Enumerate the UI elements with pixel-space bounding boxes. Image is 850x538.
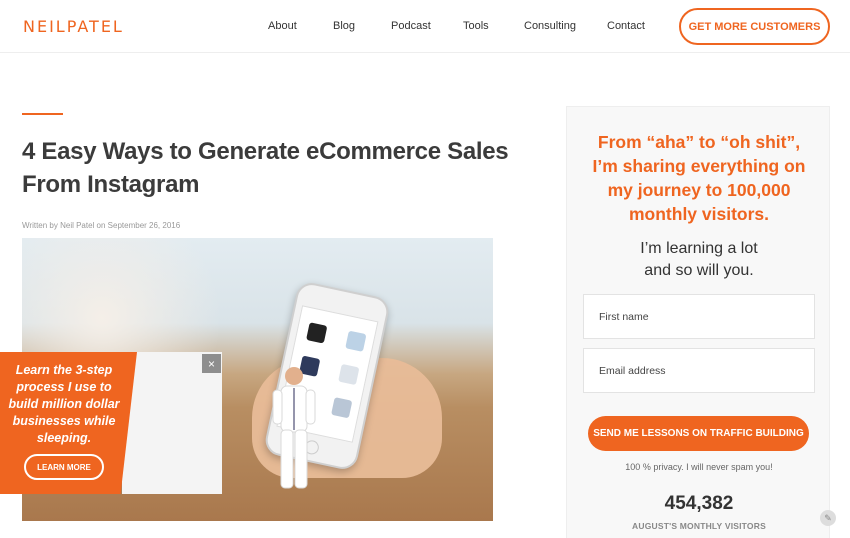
visitors-label: AUGUST'S MONTHLY VISITORS <box>632 521 766 531</box>
sidebar-headline: From “aha” to “oh shit”, I’m sharing eve… <box>592 132 806 224</box>
site-header: NEILPATEL About Blog Podcast Tools Consu… <box>0 0 850 53</box>
person-illustration <box>272 367 316 489</box>
nav-blog[interactable]: Blog <box>333 20 355 32</box>
send-lessons-button[interactable]: SEND ME LESSONS ON TRAFFIC BUILDING <box>588 416 809 451</box>
visitors-count: 454,382 <box>664 493 734 514</box>
get-more-customers-button[interactable]: GET MORE CUSTOMERS <box>679 8 830 45</box>
title-accent-line <box>22 113 63 115</box>
first-name-field[interactable]: First name <box>583 294 815 339</box>
feedback-icon[interactable]: ✎ <box>820 510 836 526</box>
promo-popup: Learn the 3-step process I use to build … <box>0 352 316 494</box>
nav-consulting[interactable]: Consulting <box>524 20 576 32</box>
article-byline: Written by Neil Patel on September 26, 2… <box>22 221 181 230</box>
close-icon[interactable]: × <box>202 354 221 373</box>
nav-podcast[interactable]: Podcast <box>391 20 431 32</box>
sidebar-subhead: I’m learning a lot and so will you. <box>640 240 758 279</box>
nav-contact[interactable]: Contact <box>607 20 645 32</box>
signup-sidebar: From “aha” to “oh shit”, I’m sharing eve… <box>566 106 830 538</box>
article-title: 4 Easy Ways to Generate eCommerce Sales … <box>22 138 509 198</box>
privacy-note: 100 % privacy. I will never spam you! <box>625 462 773 472</box>
nav-about[interactable]: About <box>268 20 297 32</box>
nav-tools[interactable]: Tools <box>463 20 489 32</box>
promo-text: Learn the 3-step process I use to build … <box>8 363 120 445</box>
learn-more-button[interactable]: LEARN MORE <box>24 454 104 480</box>
promo-photo-panel <box>122 352 316 494</box>
site-logo[interactable]: NEILPATEL <box>23 17 124 36</box>
email-field[interactable]: Email address <box>583 348 815 393</box>
